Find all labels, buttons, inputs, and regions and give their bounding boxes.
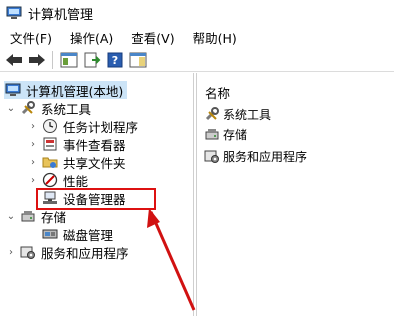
list-item-label: 服务和应用程序 [223, 149, 308, 164]
performance-icon [41, 172, 59, 188]
chevron-right-icon[interactable]: › [28, 157, 38, 168]
tree-item-label: 服务和应用程序 [41, 245, 129, 261]
toolbar: ? [0, 48, 394, 72]
menu-file[interactable]: 文件(F) [8, 28, 54, 47]
tree-item-label: 性能 [63, 173, 89, 189]
tree-item-event-viewer[interactable]: › 事件查看器 [28, 135, 126, 153]
chevron-right-icon[interactable]: › [28, 121, 38, 132]
list-item-label: 存储 [223, 127, 248, 142]
list-item-system-tools[interactable]: 系统工具 [203, 105, 271, 123]
tree-item-disk-management[interactable]: 磁盘管理 [41, 225, 113, 243]
services-apps-icon [19, 244, 37, 260]
tree-item-computer-management[interactable]: 计算机管理(本地) [4, 81, 128, 99]
chevron-down-icon[interactable]: ⌄ [6, 103, 16, 114]
list-item-storage[interactable]: 存储 [203, 125, 247, 143]
list-item-label: 系统工具 [223, 107, 272, 122]
storage-icon [203, 126, 221, 142]
computer-management-icon [6, 6, 22, 20]
event-viewer-icon [41, 136, 59, 152]
show-action-pane-icon[interactable] [127, 50, 149, 70]
list-item-services-apps[interactable]: 服务和应用程序 [203, 147, 307, 165]
menu-bar: 文件(F) 操作(A) 查看(V) 帮助(H) [0, 26, 394, 48]
chevron-right-icon[interactable]: › [28, 139, 38, 150]
tools-icon [203, 106, 221, 122]
disk-management-icon [41, 226, 59, 242]
tree-item-task-scheduler[interactable]: › 任务计划程序 [28, 117, 138, 135]
chevron-down-icon[interactable]: ⌄ [6, 211, 16, 222]
console-tree: 计算机管理(本地) ⌄ 系统工具 › 任务计划程序 › 事件查看器 › 共享文件… [0, 73, 194, 316]
back-arrow-icon[interactable] [3, 50, 25, 70]
help-icon[interactable]: ? [104, 50, 126, 70]
title-bar: 计算机管理 [0, 0, 394, 26]
tree-item-label: 系统工具 [41, 101, 92, 117]
window-title: 计算机管理 [28, 7, 94, 23]
export-list-icon[interactable] [81, 50, 103, 70]
storage-icon [19, 208, 37, 224]
computer-management-icon [4, 82, 22, 98]
tree-item-shared-folders[interactable]: › 共享文件夹 [28, 153, 126, 171]
menu-view[interactable]: 查看(V) [129, 28, 176, 47]
tree-item-performance[interactable]: › 性能 [28, 171, 88, 189]
tree-item-services-apps[interactable]: › 服务和应用程序 [6, 243, 129, 261]
services-apps-icon [203, 148, 221, 164]
chevron-right-icon[interactable]: › [28, 175, 38, 186]
column-header-name[interactable]: 名称 [205, 83, 230, 102]
forward-arrow-icon[interactable] [26, 50, 48, 70]
tools-icon [19, 100, 37, 116]
menu-action[interactable]: 操作(A) [68, 28, 115, 47]
tree-item-label: 计算机管理(本地) [26, 83, 124, 99]
tree-item-label: 事件查看器 [63, 137, 126, 153]
clock-icon [41, 118, 59, 134]
shared-folder-icon [41, 154, 59, 170]
tree-item-label: 任务计划程序 [63, 119, 139, 135]
menu-help[interactable]: 帮助(H) [191, 28, 239, 47]
toolbar-separator [52, 50, 53, 69]
annotation-highlight-box [36, 188, 156, 210]
tree-item-label: 共享文件夹 [63, 155, 126, 171]
tree-item-system-tools[interactable]: ⌄ 系统工具 [6, 99, 91, 117]
tree-item-label: 磁盘管理 [63, 227, 114, 243]
content-pane: 名称 系统工具 存储 服务和应用程序 [196, 73, 394, 316]
show-hide-console-tree-icon[interactable] [58, 50, 80, 70]
chevron-right-icon[interactable]: › [6, 247, 16, 258]
svg-text:?: ? [112, 54, 118, 67]
